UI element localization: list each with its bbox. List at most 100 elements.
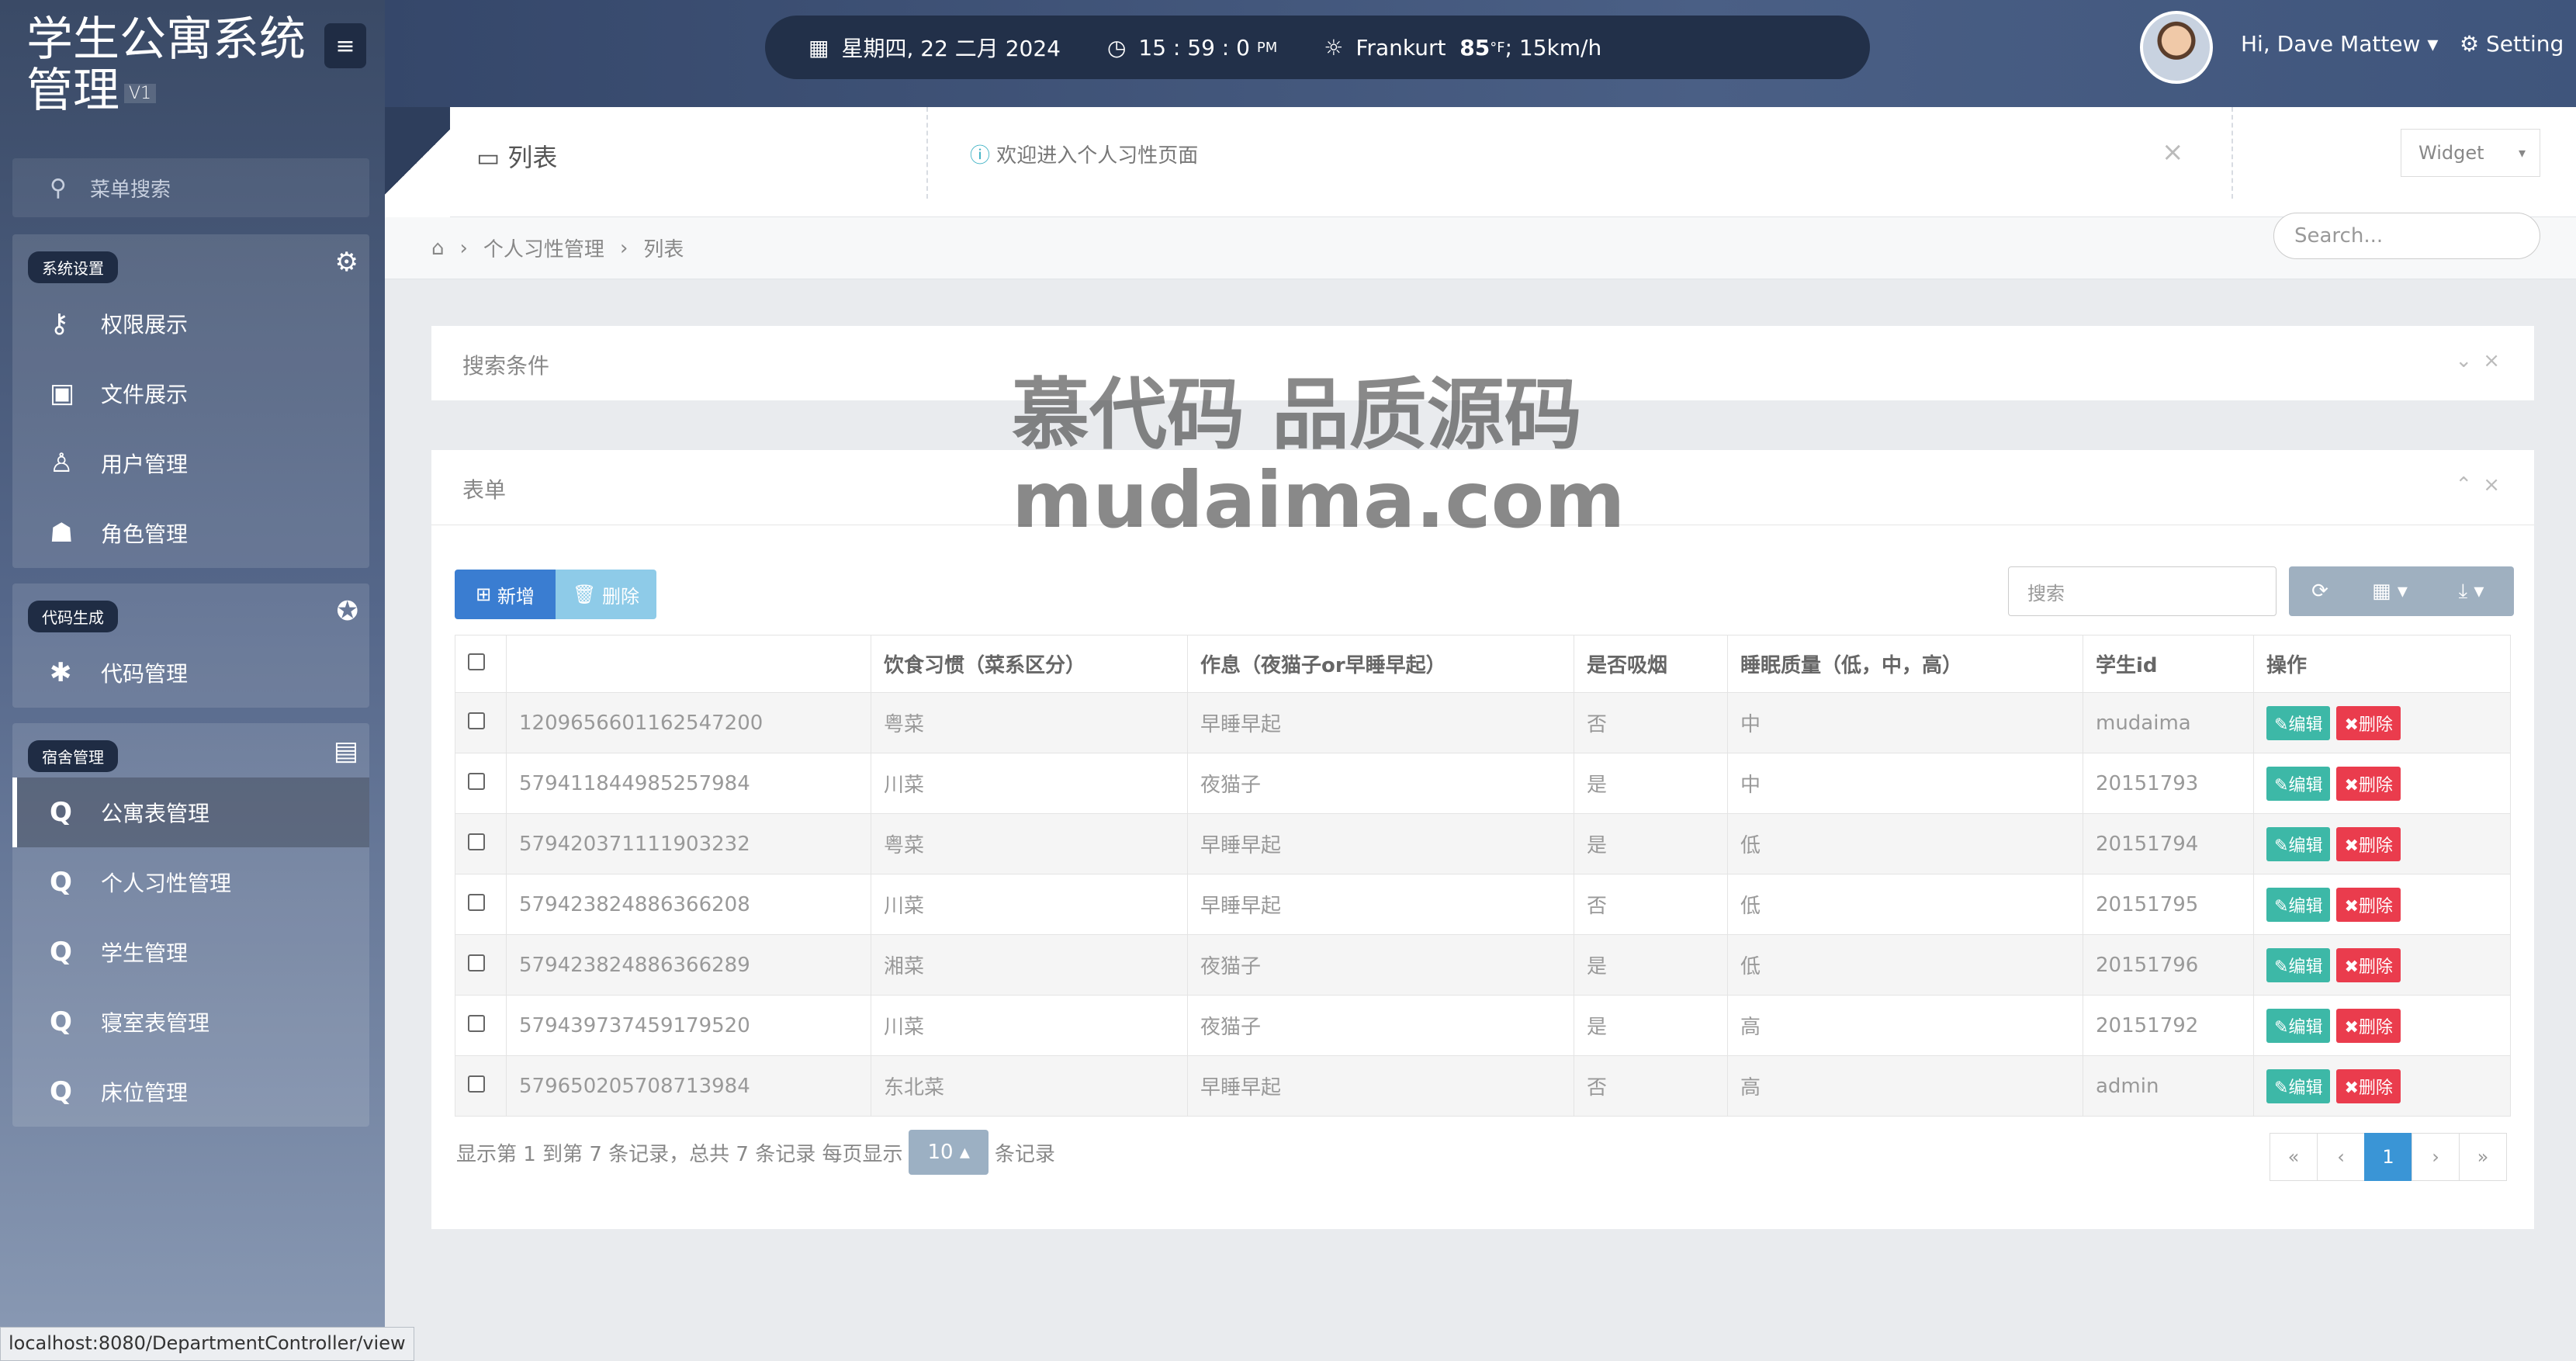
first-page-button[interactable]: « — [2270, 1133, 2318, 1181]
close-icon[interactable]: × — [2483, 349, 2511, 372]
row-checkbox[interactable] — [468, 712, 485, 729]
setting-link[interactable]: ⚙ Setting — [2460, 31, 2564, 57]
close-icon[interactable]: × — [2483, 473, 2511, 497]
row-delete-button[interactable]: ✖删除 — [2336, 887, 2401, 922]
column-header: 操作 — [2253, 635, 2511, 693]
table-cell: 是 — [1574, 813, 1728, 874]
gear-icon: ⚙ — [2460, 31, 2480, 57]
close-icon[interactable]: × — [2162, 137, 2184, 168]
contact-card-icon[interactable]: ▤ — [334, 736, 358, 767]
page-size-select[interactable]: 10 ▴ — [909, 1130, 989, 1175]
row-checkbox[interactable] — [468, 772, 485, 790]
chevron-down-icon[interactable]: ⌄ — [2455, 349, 2483, 372]
sidebar-item-habits[interactable]: Q 个人习性管理 — [12, 847, 369, 917]
row-checkbox[interactable] — [468, 1014, 485, 1032]
columns-button[interactable]: ▦ ▾ — [2351, 566, 2429, 616]
page-header: ▭ 列表 ⓘ 欢迎进入个人习性页面 × Widget ▾ — [385, 107, 2576, 217]
table-row[interactable]: 579420371111903232 粤菜 早睡早起是低 20151794 ✎编辑 ✖删除 — [455, 813, 2511, 874]
row-delete-button[interactable]: ✖删除 — [2336, 766, 2401, 801]
table-cell: 20151792 — [2083, 995, 2254, 1056]
sidebar-item-students[interactable]: Q 学生管理 — [12, 917, 369, 987]
edit-button[interactable]: ✎编辑 — [2266, 887, 2331, 922]
group-tag: 代码生成 — [28, 601, 118, 632]
table-row[interactable]: 579423824886366208 川菜 早睡早起否低 20151795 ✎编辑 ✖删除 — [455, 874, 2511, 935]
image-icon: ▣ — [50, 378, 75, 409]
delete-button[interactable]: 🗑 删除 — [556, 570, 656, 619]
sidebar-item-permissions[interactable]: ⚷ 权限展示 — [12, 289, 369, 358]
global-search-input[interactable]: Search... — [2273, 213, 2540, 259]
table-search-input[interactable]: 搜索 — [2008, 566, 2277, 616]
column-header[interactable] — [506, 635, 871, 693]
next-page-button[interactable]: › — [2412, 1133, 2460, 1181]
table-cell: 579411844985257984 — [506, 753, 871, 814]
column-header[interactable]: 饮食习惯（菜系区分） — [871, 635, 1188, 693]
caret-down-icon: ▾ — [2427, 31, 2439, 57]
sidebar-item-roles[interactable]: ☗ 角色管理 — [12, 498, 369, 568]
export-button[interactable]: ⤓ ▾ — [2429, 566, 2514, 616]
sidebar-item-rooms[interactable]: Q 寝室表管理 — [12, 987, 369, 1057]
chevron-up-icon[interactable]: ⌃ — [2455, 473, 2483, 497]
column-header[interactable]: 学生id — [2083, 635, 2254, 693]
sidebar-item-label: 床位管理 — [101, 1080, 189, 1106]
edit-button[interactable]: ✎编辑 — [2266, 1008, 2331, 1043]
rebel-icon[interactable]: ✪ — [337, 596, 359, 627]
sidebar-item-beds[interactable]: Q 床位管理 — [12, 1057, 369, 1127]
row-delete-button[interactable]: ✖删除 — [2336, 1008, 2401, 1043]
weather-icon: ☼ — [1324, 34, 1344, 61]
refresh-icon: ⟳ — [2311, 580, 2328, 603]
trash-icon: 🗑 — [572, 584, 597, 605]
select-all-checkbox[interactable] — [468, 653, 485, 670]
edit-button[interactable]: ✎编辑 — [2266, 947, 2331, 982]
table-row[interactable]: 579439737459179520 川菜 夜猫子是高 20151792 ✎编辑 ✖删除 — [455, 995, 2511, 1056]
column-header[interactable]: 是否吸烟 — [1574, 635, 1728, 693]
edit-button[interactable]: ✎编辑 — [2266, 705, 2331, 740]
table-cell: 早睡早起 — [1187, 813, 1574, 874]
edit-button[interactable]: ✎编辑 — [2266, 826, 2331, 861]
edit-button[interactable]: ✎编辑 — [2266, 1068, 2331, 1103]
city-text: Frankurt — [1356, 34, 1446, 61]
widget-dropdown[interactable]: Widget ▾ — [2401, 129, 2540, 177]
table-row[interactable]: 579423824886366289 湘菜 夜猫子是低 20151796 ✎编辑 ✖删除 — [455, 934, 2511, 996]
sidebar-item-users[interactable]: ♙ 用户管理 — [12, 428, 369, 498]
table-row[interactable]: 1209656601162547200 粤菜 早睡早起否中 mudaima ✎编辑 ✖删除 — [455, 692, 2511, 753]
user-icon: ♙ — [50, 448, 74, 479]
row-checkbox[interactable] — [468, 954, 485, 971]
avatar[interactable] — [2140, 11, 2213, 84]
prev-page-button[interactable]: ‹ — [2317, 1133, 2365, 1181]
edit-button[interactable]: ✎编辑 — [2266, 766, 2331, 801]
add-button[interactable]: ⊞ 新增 — [455, 570, 556, 619]
bug-icon: ✱ — [50, 657, 72, 688]
table-cell: 否 — [1574, 1055, 1728, 1117]
row-delete-button[interactable]: ✖删除 — [2336, 1068, 2401, 1103]
menu-toggle-button[interactable]: ≡ — [324, 23, 366, 68]
wind-text: ; 15km/h — [1504, 34, 1602, 61]
user-menu[interactable]: Hi, Dave Mattew ▾ — [2241, 31, 2438, 57]
breadcrumb-item[interactable]: 个人习性管理 — [483, 234, 604, 262]
table-cell: 川菜 — [871, 753, 1188, 814]
row-select-cell — [455, 934, 507, 996]
row-delete-button[interactable]: ✖删除 — [2336, 947, 2401, 982]
row-delete-button[interactable]: ✖删除 — [2336, 705, 2401, 740]
row-delete-button[interactable]: ✖删除 — [2336, 826, 2401, 861]
row-checkbox[interactable] — [468, 1075, 485, 1093]
sidebar-item-apartments[interactable]: Q 公寓表管理 — [12, 777, 369, 847]
menu-search[interactable]: ⚲ 菜单搜索 — [12, 158, 369, 217]
table-row[interactable]: 579650205708713984 东北菜 早睡早起否高 admin ✎编辑 ✖删除 — [455, 1055, 2511, 1117]
row-checkbox[interactable] — [468, 893, 485, 911]
actions-cell: ✎编辑 ✖删除 — [2253, 995, 2511, 1056]
column-header[interactable]: 睡眠质量（低，中，高） — [1727, 635, 2083, 693]
menu-group-dorm: 宿舍管理 ▤ Q 公寓表管理 Q 个人习性管理 Q 学生管理 Q 寝室表管理 Q 床位管理 — [12, 723, 369, 1127]
gear-icon[interactable]: ⚙ — [335, 247, 358, 278]
row-checkbox[interactable] — [468, 833, 485, 850]
last-page-button[interactable]: » — [2459, 1133, 2507, 1181]
home-icon[interactable]: ⌂ — [431, 237, 445, 260]
refresh-button[interactable]: ⟳ — [2289, 566, 2351, 616]
page-button[interactable]: 1 — [2364, 1133, 2412, 1181]
column-header[interactable]: 作息（夜猫子or早睡早起） — [1187, 635, 1574, 693]
sidebar-item-label: 公寓表管理 — [101, 801, 210, 826]
sidebar-item-files[interactable]: ▣ 文件展示 — [12, 358, 369, 428]
status-bar-url: localhost:8080/DepartmentController/view — [0, 1327, 414, 1361]
sidebar-item-code[interactable]: ✱ 代码管理 — [12, 638, 369, 708]
table-row[interactable]: 579411844985257984 川菜 夜猫子是中 20151793 ✎编辑 ✖删除 — [455, 753, 2511, 814]
date-text: 星期四, 22 二月 2024 — [841, 36, 1061, 61]
